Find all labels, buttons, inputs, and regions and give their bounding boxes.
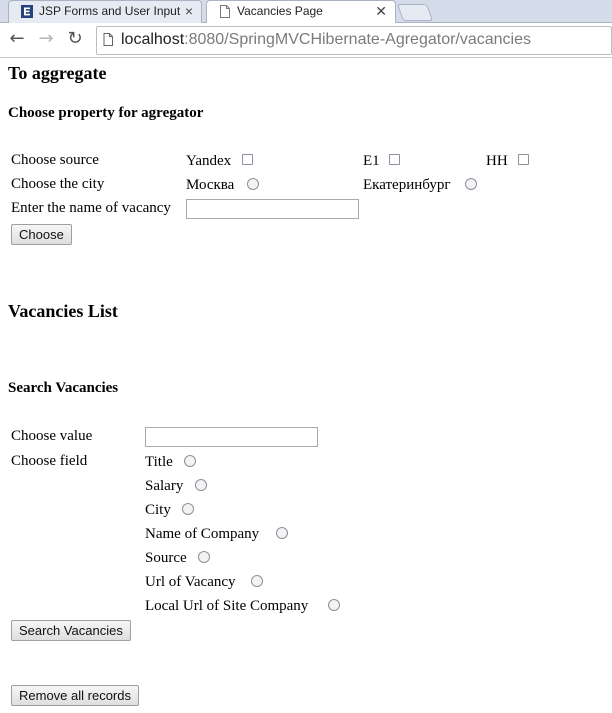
vacancy-name-input[interactable] xyxy=(186,199,359,219)
forward-arrow-icon[interactable]: → xyxy=(35,28,57,50)
e1-checkbox[interactable] xyxy=(389,154,400,165)
search-vacancies-button[interactable]: Search Vacancies xyxy=(11,620,131,641)
field-option-label: Url of Vacancy xyxy=(145,574,236,590)
tab-vacancies-page[interactable]: Vacancies Page ✕ xyxy=(206,0,396,24)
yandex-checkbox[interactable] xyxy=(242,154,253,165)
city-option-label: Екатеринбург xyxy=(363,177,451,193)
page-icon xyxy=(220,5,230,18)
vacancy-url-radio[interactable] xyxy=(251,575,263,587)
tab-title: JSP Forms and User Input xyxy=(39,4,181,18)
city-option-label: Москва xyxy=(186,177,235,193)
source-option-label: E1 xyxy=(363,153,380,169)
address-bar[interactable]: localhost:8080/SpringMVCHibernate-Agrega… xyxy=(96,26,612,55)
title-radio[interactable] xyxy=(184,455,196,467)
hh-checkbox[interactable] xyxy=(518,154,529,165)
salary-radio[interactable] xyxy=(195,479,207,491)
remove-all-records-button[interactable]: Remove all records xyxy=(11,685,139,706)
source-radio[interactable] xyxy=(198,551,210,563)
back-arrow-icon[interactable]: ← xyxy=(6,28,28,50)
ekaterinburg-radio[interactable] xyxy=(465,178,477,190)
choose-field-label: Choose field xyxy=(11,453,88,469)
moscow-radio[interactable] xyxy=(247,178,259,190)
source-option-label: HH xyxy=(486,153,508,169)
company-site-url-radio[interactable] xyxy=(328,599,340,611)
choose-button[interactable]: Choose xyxy=(11,224,72,245)
company-name-radio[interactable] xyxy=(276,527,288,539)
aggregate-heading: To aggregate xyxy=(8,63,107,83)
search-value-input[interactable] xyxy=(145,427,318,447)
reload-icon[interactable]: ↻ xyxy=(64,28,86,50)
source-option-label: Yandex xyxy=(186,153,232,169)
close-icon[interactable]: ✕ xyxy=(375,3,387,20)
field-option-label: Local Url of Site Company xyxy=(145,598,309,614)
source-label: Choose source xyxy=(11,152,99,168)
field-option-label: Salary xyxy=(145,478,184,494)
vacancy-name-label: Enter the name of vacancy xyxy=(11,200,171,216)
browser-tab-bar: JSP Forms and User Input × Vacancies Pag… xyxy=(0,0,612,24)
new-tab-button[interactable] xyxy=(396,4,434,21)
e-icon xyxy=(21,5,33,18)
vacancies-list-heading: Vacancies List xyxy=(8,301,118,321)
browser-toolbar: ← → ↻ localhost:8080/SpringMVCHibernate-… xyxy=(0,23,612,58)
field-option-label: Name of Company xyxy=(145,526,260,542)
tab-jsp-forms[interactable]: JSP Forms and User Input × xyxy=(8,0,202,23)
close-icon[interactable]: × xyxy=(185,3,193,19)
url-text: localhost:8080/SpringMVCHibernate-Agrega… xyxy=(121,31,532,48)
search-heading: Search Vacancies xyxy=(8,380,119,396)
tab-title: Vacancies Page xyxy=(237,4,323,18)
aggregate-subheading: Choose property for agregator xyxy=(8,105,204,121)
city-radio[interactable] xyxy=(182,503,194,515)
page-icon xyxy=(103,33,113,46)
field-option-label: Title xyxy=(145,454,173,470)
field-option-label: City xyxy=(145,502,171,518)
field-option-label: Source xyxy=(145,550,187,566)
choose-value-label: Choose value xyxy=(11,428,93,444)
city-label: Choose the city xyxy=(11,176,105,192)
